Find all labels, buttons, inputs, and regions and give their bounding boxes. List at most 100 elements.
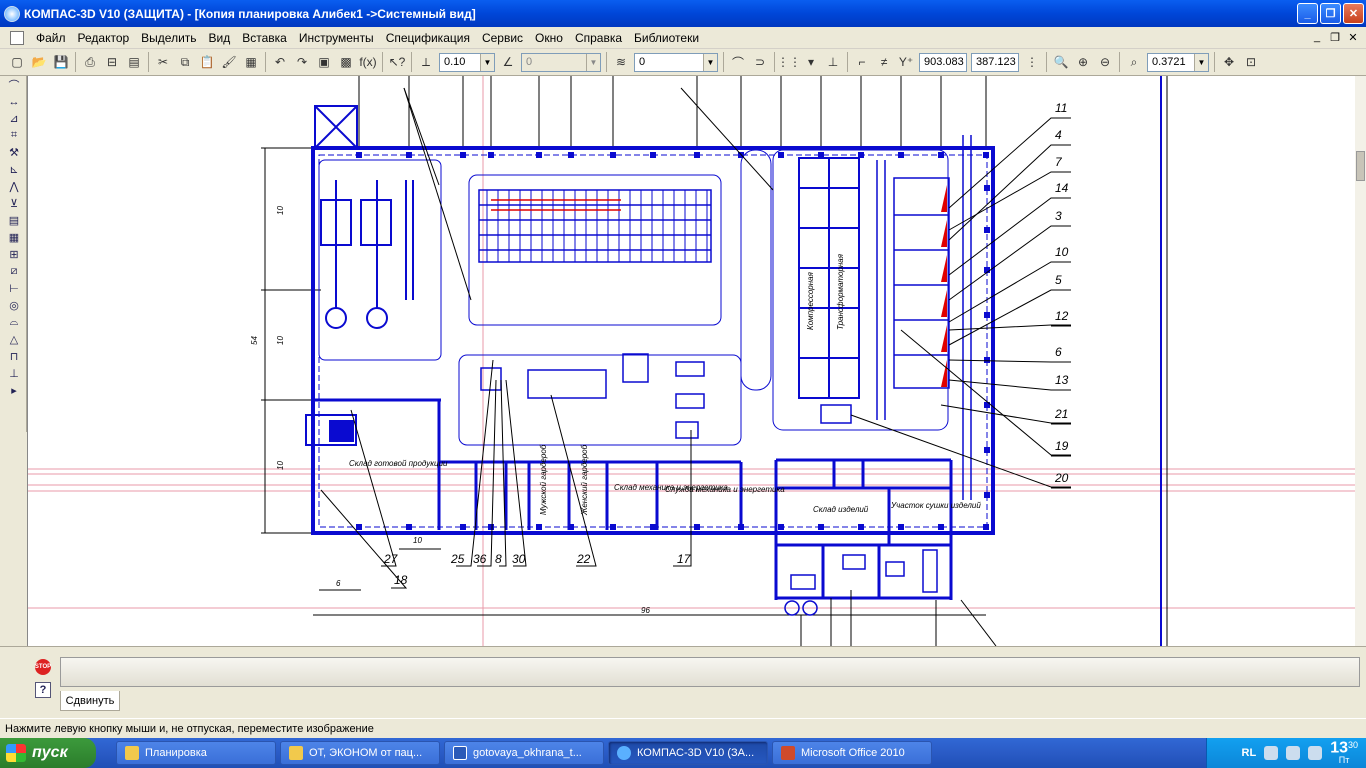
paste-icon[interactable]: 📋 (197, 52, 217, 72)
scroll-thumb[interactable] (1356, 151, 1365, 181)
manager-icon[interactable]: ▣ (314, 52, 334, 72)
pan-icon[interactable]: ✥ (1219, 52, 1239, 72)
doc-minimize-button[interactable]: _ (1310, 31, 1324, 44)
report-icon[interactable]: ▦ (241, 52, 261, 72)
antivirus-icon[interactable] (1286, 746, 1301, 760)
snap-magnet-icon[interactable]: ⌒ (728, 52, 748, 72)
line-dim-icon[interactable]: ⊢ (4, 280, 24, 297)
new-document-icon[interactable]: ▢ (7, 52, 27, 72)
print-preview-icon[interactable]: ⊟ (102, 52, 122, 72)
edit-icon[interactable]: ⌗ (4, 127, 24, 144)
task-office[interactable]: Microsoft Office 2010 (772, 741, 932, 765)
menu-service[interactable]: Сервис (476, 31, 529, 45)
zoom-field[interactable]: 0.3721 ▼ (1147, 52, 1209, 72)
menu-insert[interactable]: Вставка (236, 31, 293, 45)
menu-window[interactable]: Окно (529, 31, 569, 45)
tab-pan[interactable]: Сдвинуть (60, 691, 120, 711)
document-icon[interactable] (10, 30, 24, 45)
task-ot-econom[interactable]: ОТ, ЭКОНОМ от пац... (280, 741, 440, 765)
hatch-icon[interactable]: ⧄ (4, 263, 24, 280)
save-icon[interactable]: 💾 (51, 52, 71, 72)
layer-field[interactable]: 0 ▼ (634, 52, 718, 72)
fx-icon[interactable]: f(x) (358, 52, 378, 72)
local-snap-icon[interactable]: ⊃ (750, 52, 770, 72)
base-tool-icon[interactable]: ⊥ (4, 365, 24, 382)
doc-close-button[interactable]: ✕ (1346, 31, 1360, 44)
minimize-button[interactable]: _ (1297, 3, 1318, 24)
menu-select[interactable]: Выделить (135, 31, 202, 45)
chevron-down-icon[interactable]: ▼ (1194, 53, 1208, 71)
chevron-down-icon[interactable]: ▼ (703, 53, 717, 71)
local-cs-icon[interactable]: ⊥ (823, 52, 843, 72)
zoom-scale-icon[interactable]: ⌕ (1124, 52, 1144, 72)
geometry-icon[interactable]: ⌒ (4, 76, 24, 93)
cut-icon[interactable]: ✂ (153, 52, 173, 72)
doc-restore-button[interactable]: ❐ (1328, 31, 1342, 44)
spec-icon[interactable]: ▤ (4, 212, 24, 229)
chevron-down-icon[interactable]: ▾ (801, 52, 821, 72)
coord-x-field[interactable]: 903.083 (919, 52, 967, 72)
circle-tool-icon[interactable]: ◎ (4, 297, 24, 314)
measure-icon[interactable]: ⊾ (4, 161, 24, 178)
expand-arrow-icon[interactable]: ▸ (4, 382, 24, 399)
reports-icon[interactable]: ▦ (4, 229, 24, 246)
ortho-icon[interactable]: ⌐ (852, 52, 872, 72)
zoom-out-icon[interactable]: ⊖ (1095, 52, 1115, 72)
column-marker (984, 227, 990, 233)
task-kompas[interactable]: КОМПАС-3D V10 (ЗА... (608, 741, 768, 765)
drawing-canvas[interactable]: 11 4 7 14 3 10 5 12 6 13 21 19 20 25 36 8 30 22 17 27 18 10 10… (27, 76, 1366, 646)
copy-icon[interactable]: ⧉ (175, 52, 195, 72)
zoom-in-icon[interactable]: ⊕ (1073, 52, 1093, 72)
chevron-down-icon[interactable]: ▼ (480, 53, 494, 71)
zoom-window-icon[interactable]: 🔍 (1051, 52, 1071, 72)
layer-icon[interactable]: ≋ (611, 52, 631, 72)
menu-libraries[interactable]: Библиотеки (628, 31, 705, 45)
menu-view[interactable]: Вид (203, 31, 237, 45)
vertical-scrollbar[interactable] (1355, 76, 1366, 646)
designations-icon[interactable]: ⊿ (4, 110, 24, 127)
task-planirovka[interactable]: Планировка (116, 741, 276, 765)
angle-field[interactable]: 0 ▼ (521, 52, 601, 72)
parametrize-icon[interactable]: ⚒ (4, 144, 24, 161)
menu-editor[interactable]: Редактор (72, 31, 136, 45)
rect-tool-icon[interactable]: ⊓ (4, 348, 24, 365)
task-word-doc[interactable]: gotovaya_okhrana_t... (444, 741, 604, 765)
step-icon[interactable]: ⟂ (416, 52, 436, 72)
insert-icon[interactable]: ⊞ (4, 246, 24, 263)
grid-icon[interactable]: ⋮⋮ (777, 52, 801, 72)
help-icon[interactable]: ? (35, 682, 51, 698)
menu-file[interactable]: Файл (30, 31, 72, 45)
select-icon[interactable]: ⋀ (4, 178, 24, 195)
undo-icon[interactable]: ↶ (270, 52, 290, 72)
stop-icon[interactable]: STOP (35, 659, 51, 675)
redo-icon[interactable]: ↷ (292, 52, 312, 72)
step-field[interactable]: 0.10 ▼ (439, 52, 495, 72)
chevron-down-icon[interactable]: ▼ (586, 53, 600, 71)
open-folder-icon[interactable]: 📂 (29, 52, 49, 72)
format-brush-icon[interactable]: 🖌 (219, 52, 239, 72)
print-icon[interactable]: ⎙ (80, 52, 100, 72)
menu-specification[interactable]: Спецификация (380, 31, 476, 45)
triangle-tool-icon[interactable]: △ (4, 331, 24, 348)
volume-icon[interactable] (1308, 746, 1323, 760)
dimensions-icon[interactable]: ↔ (4, 93, 24, 110)
properties-icon[interactable]: ▤ (124, 52, 144, 72)
menu-help[interactable]: Справка (569, 31, 628, 45)
clock[interactable]: 1330 Пт (1330, 740, 1358, 767)
menu-tools[interactable]: Инструменты (293, 31, 380, 45)
arc-tool-icon[interactable]: ⌓ (4, 314, 24, 331)
variables-icon[interactable]: ▩ (336, 52, 356, 72)
coord-y-field[interactable]: 387.123 (971, 52, 1019, 72)
show-all-icon[interactable]: ⊡ (1241, 52, 1261, 72)
round-icon[interactable]: ≠ (874, 52, 894, 72)
properties-panel[interactable] (60, 657, 1360, 687)
network-icon[interactable] (1264, 746, 1279, 760)
help-pointer-icon[interactable]: ↖? (387, 52, 407, 72)
start-button[interactable]: пуск (0, 738, 96, 768)
angle-icon[interactable]: ∠ (498, 52, 518, 72)
language-indicator[interactable]: RL (1242, 747, 1257, 759)
associative-views-icon[interactable]: ⊻ (4, 195, 24, 212)
toolbar-more-icon[interactable]: ⋮ (1022, 52, 1042, 72)
restore-button[interactable]: ❐ (1320, 3, 1341, 24)
close-button[interactable]: ✕ (1343, 3, 1364, 24)
